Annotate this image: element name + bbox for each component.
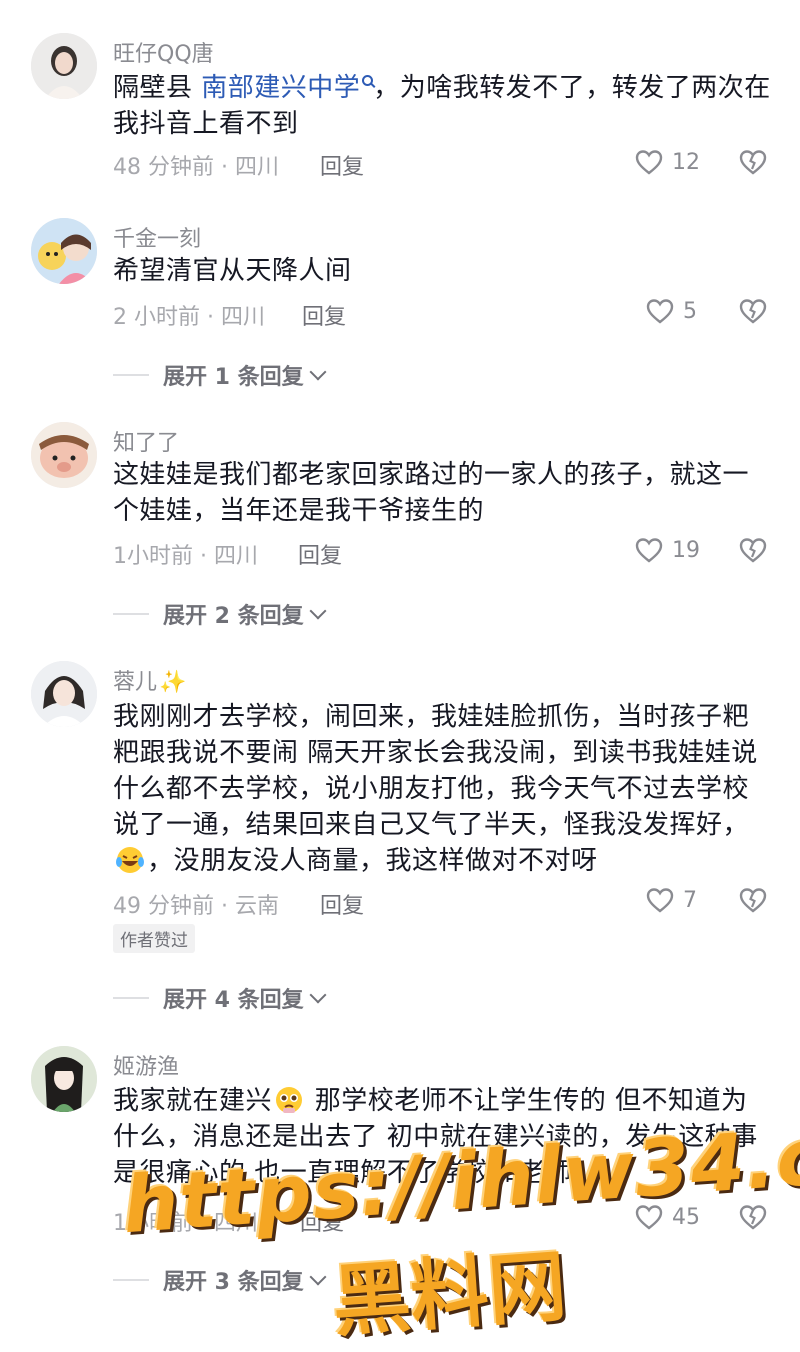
comment-text: 希望清官从天降人间 xyxy=(113,256,352,286)
broken-heart-icon xyxy=(739,299,767,324)
divider-line xyxy=(113,374,149,376)
comment-meta: 2 小时前 · 四川 xyxy=(113,305,265,330)
username[interactable]: 千金一刻 xyxy=(113,221,201,253)
username[interactable]: 姬游渔 xyxy=(113,1049,179,1081)
expand-label: 展开 4 条回复 xyxy=(163,988,304,1013)
heart-icon xyxy=(635,538,663,563)
broken-heart-icon xyxy=(739,1205,767,1230)
divider-line xyxy=(113,613,149,615)
pleading-emoji-icon xyxy=(276,1087,303,1113)
reply-button[interactable]: 回复 xyxy=(300,1205,344,1237)
heart-icon xyxy=(635,1205,663,1230)
comment-text: 我家就在建兴 那学校老师不让学生传的 但不知道为什么，消息还是出去了 初中就在建… xyxy=(113,1086,758,1188)
chevron-down-icon xyxy=(309,1268,327,1286)
search-link[interactable]: 南部建兴中学 xyxy=(201,73,374,103)
laughing-crying-emoji-icon xyxy=(116,847,144,873)
like-count: 19 xyxy=(672,537,700,563)
reply-button[interactable]: 回复 xyxy=(298,538,342,570)
username[interactable]: 蓉儿✨ xyxy=(113,664,186,696)
broken-heart-icon xyxy=(739,888,767,913)
heart-icon xyxy=(646,888,674,913)
like-button[interactable]: 45 xyxy=(634,1202,700,1232)
divider-line xyxy=(113,1279,149,1281)
broken-heart-icon xyxy=(739,538,767,563)
broken-heart-icon xyxy=(739,150,767,175)
reply-button[interactable]: 回复 xyxy=(320,888,364,920)
avatar[interactable] xyxy=(31,218,97,284)
watermark-name: 黑料网 xyxy=(329,1241,570,1349)
chevron-down-icon xyxy=(309,602,327,620)
reply-button[interactable]: 回复 xyxy=(302,299,346,331)
heart-icon xyxy=(635,150,663,175)
expand-label: 展开 3 条回复 xyxy=(163,1270,304,1295)
dislike-button[interactable] xyxy=(738,296,768,326)
search-icon xyxy=(362,75,374,86)
dislike-button[interactable] xyxy=(738,885,768,915)
expand-label: 展开 1 条回复 xyxy=(163,365,304,390)
dislike-button[interactable] xyxy=(738,1202,768,1232)
username[interactable]: 知了了 xyxy=(113,425,179,457)
expand-replies-button[interactable]: 展开 4 条回复 xyxy=(113,983,327,1013)
avatar[interactable] xyxy=(31,422,97,488)
like-button[interactable]: 5 xyxy=(645,296,697,326)
avatar[interactable] xyxy=(31,33,97,99)
comment-text: 我刚刚才去学校，闹回来，我娃娃脸抓伤，当时孩子粑粑跟我说不要闹 隔天开家长会我没… xyxy=(113,702,758,876)
avatar[interactable] xyxy=(31,1046,97,1112)
reply-button[interactable]: 回复 xyxy=(320,149,364,181)
comment-meta: 1小时前 · 四川 xyxy=(113,1211,258,1236)
like-button[interactable]: 19 xyxy=(634,535,700,565)
chevron-down-icon xyxy=(309,363,327,381)
like-count: 7 xyxy=(683,887,697,913)
comment-meta: 1小时前 · 四川 xyxy=(113,544,258,569)
sparkle-icon: ✨ xyxy=(159,670,187,695)
chevron-down-icon xyxy=(309,986,327,1004)
comment-text: 隔壁县 南部建兴中学 ，为啥我转发不了，转发了两次在我抖音上看不到 xyxy=(113,73,771,139)
like-button[interactable]: 12 xyxy=(634,147,700,177)
comment-meta: 48 分钟前 · 四川 xyxy=(113,155,279,180)
like-count: 45 xyxy=(672,1204,700,1230)
avatar[interactable] xyxy=(31,661,97,727)
heart-icon xyxy=(646,299,674,324)
dislike-button[interactable] xyxy=(738,147,768,177)
expand-replies-button[interactable]: 展开 3 条回复 xyxy=(113,1265,327,1295)
divider-line xyxy=(113,997,149,999)
expand-replies-button[interactable]: 展开 2 条回复 xyxy=(113,599,327,629)
comment-meta: 49 分钟前 · 云南 xyxy=(113,894,279,919)
expand-replies-button[interactable]: 展开 1 条回复 xyxy=(113,360,327,390)
expand-label: 展开 2 条回复 xyxy=(163,604,304,629)
comment-text: 这娃娃是我们都老家回家路过的一家人的孩子，就这一个娃娃，当年还是我干爷接生的 xyxy=(113,460,750,526)
dislike-button[interactable] xyxy=(738,535,768,565)
like-count: 5 xyxy=(683,298,697,324)
author-liked-badge: 作者赞过 xyxy=(113,924,195,953)
username[interactable]: 旺仔QQ唐 xyxy=(113,36,214,68)
like-count: 12 xyxy=(672,149,700,175)
like-button[interactable]: 7 xyxy=(645,885,697,915)
